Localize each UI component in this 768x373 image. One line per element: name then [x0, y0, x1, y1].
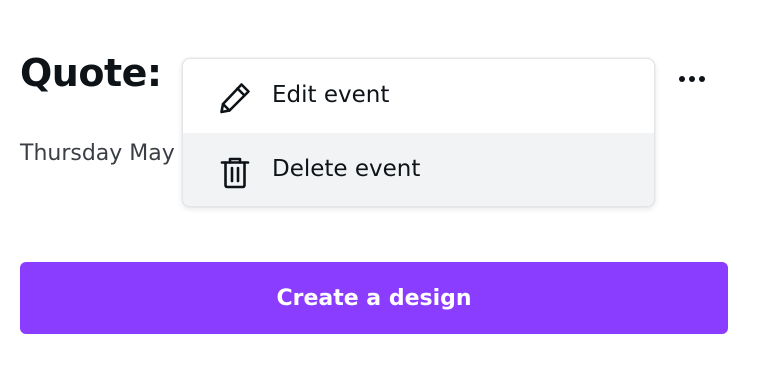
event-title: Quote:	[20, 51, 162, 95]
event-context-menu: Edit event Delete event	[182, 58, 655, 207]
menu-item-delete-event[interactable]: Delete event	[183, 133, 654, 206]
menu-item-edit-event[interactable]: Edit event	[183, 59, 654, 133]
more-options-button[interactable]	[666, 59, 718, 99]
more-horizontal-icon	[679, 76, 685, 82]
menu-item-label: Delete event	[272, 156, 421, 182]
create-design-button[interactable]: Create a design	[20, 262, 728, 334]
trash-icon	[217, 154, 253, 190]
pencil-icon	[217, 80, 253, 116]
menu-item-label: Edit event	[272, 82, 390, 108]
event-date: Thursday May	[20, 141, 175, 166]
